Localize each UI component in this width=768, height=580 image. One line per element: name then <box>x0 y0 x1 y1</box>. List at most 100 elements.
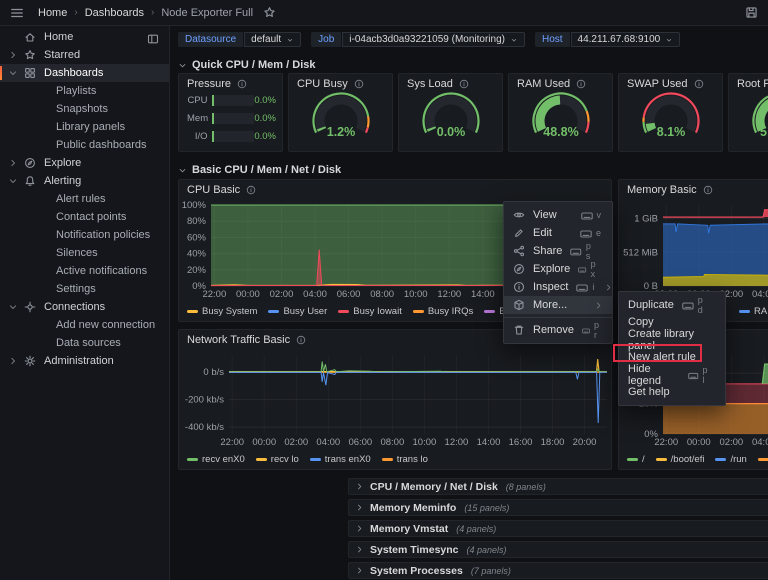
panel-title[interactable]: Sys Load <box>407 78 469 90</box>
keyboard-icon <box>570 247 582 256</box>
collapsed-row-system-processes[interactable]: System Processes (7 panels) <box>348 562 768 579</box>
panel-title-cpu-basic[interactable]: CPU Basic <box>187 184 256 196</box>
submenu-item-label: Get help <box>628 386 670 399</box>
variable-label: Host <box>534 32 570 47</box>
collapsed-row-memory-vmstat[interactable]: Memory Vmstat (4 panels) <box>348 520 768 537</box>
panel-title[interactable]: RAM Used <box>517 78 586 90</box>
home-icon <box>24 31 36 43</box>
panel-context-submenu: Duplicate p d Copy Create library panel New … <box>618 291 726 406</box>
sidebar-item-snapshots[interactable]: Snapshots <box>0 100 169 118</box>
svg-text:20%: 20% <box>187 265 207 276</box>
submenu-item-duplicate[interactable]: Duplicate p d <box>619 295 725 315</box>
menu-item-label: View <box>533 209 557 221</box>
sidebar-item-data-sources[interactable]: Data sources <box>0 334 169 352</box>
breadcrumb-item[interactable]: Home <box>38 7 67 19</box>
sidebar-item-explore[interactable]: Explore <box>0 154 169 172</box>
legend-item[interactable]: Busy System <box>187 306 257 317</box>
legend-item[interactable]: recv enX0 <box>187 454 245 465</box>
menu-item-explore[interactable]: Explore p x <box>504 259 612 279</box>
menu-item-edit[interactable]: Edit e <box>504 224 612 242</box>
legend-item[interactable]: Busy IRQs <box>412 306 473 317</box>
sidebar-item-playlists[interactable]: Playlists <box>0 82 169 100</box>
gauge-visualization: 0.0% <box>403 91 498 150</box>
legend-item[interactable]: trans enX0 <box>309 454 371 465</box>
sidebar-item-label: Snapshots <box>56 103 108 115</box>
svg-text:512 MiB: 512 MiB <box>623 247 658 258</box>
submenu-item-create-library-panel[interactable]: Create library panel <box>619 328 725 352</box>
legend-item[interactable]: Busy User <box>268 306 327 317</box>
legend-label: RAM Cach <box>754 306 768 317</box>
sidebar-item-active-notifications[interactable]: Active notifications <box>0 262 169 280</box>
menu-item-remove[interactable]: Remove p r <box>504 320 612 340</box>
sidebar-item-public-dashboards[interactable]: Public dashboards <box>0 136 169 154</box>
sidebar-item-alerting[interactable]: Alerting <box>0 172 169 190</box>
sidebar-item-contact-points[interactable]: Contact points <box>0 208 169 226</box>
collapsed-row-memory-meminfo[interactable]: Memory Meminfo (15 panels) <box>348 499 768 516</box>
info-icon[interactable] <box>296 335 306 345</box>
variable-value-text: i-04acb3d0a93221059 (Monitoring) <box>349 34 505 45</box>
variable-value-dropdown[interactable]: default <box>244 32 302 47</box>
info-icon <box>459 79 469 89</box>
section-title: Basic CPU / Mem / Net / Disk <box>192 164 342 176</box>
sidebar-item-library-panels[interactable]: Library panels <box>0 118 169 136</box>
sidebar-item-dashboards[interactable]: Dashboards <box>0 64 169 82</box>
sidebar-item-settings[interactable]: Settings <box>0 280 169 298</box>
breadcrumb-separator: › <box>151 7 155 18</box>
sidebar-item-label: Notification policies <box>56 229 151 241</box>
legend-item[interactable]: /boot/efi <box>655 454 704 465</box>
legend-item[interactable]: /run/user/0 <box>757 454 768 465</box>
sidebar-item-administration[interactable]: Administration <box>0 352 169 370</box>
variable-value-dropdown[interactable]: 44.211.67.68:9100 <box>570 32 681 47</box>
panel-title-memory-basic[interactable]: Memory Basic <box>627 184 713 196</box>
section-quick-cpu-mem-disk[interactable]: Quick CPU / Mem / Disk <box>178 59 315 71</box>
legend-color-dash <box>255 458 267 461</box>
keyboard-shortcut: p l <box>688 365 716 385</box>
menu-item-share[interactable]: Share p s <box>504 241 612 261</box>
section-basic-cpu-mem-net-disk[interactable]: Basic CPU / Mem / Net / Disk <box>178 164 341 176</box>
panel-gauge-root-fs-u: Root FS U 5 <box>728 73 768 152</box>
sidebar-item-silences[interactable]: Silences <box>0 244 169 262</box>
gauge-visualization: 8.1% <box>623 91 718 150</box>
svg-text:14:00: 14:00 <box>471 289 495 299</box>
legend-item[interactable]: Busy Iowait <box>338 306 402 317</box>
panel-title[interactable]: SWAP Used <box>627 78 704 90</box>
legend-item[interactable]: /run <box>715 454 747 465</box>
menu-item-more-[interactable]: More... <box>504 296 612 314</box>
menu-item-label: Inspect <box>533 281 569 293</box>
sidebar-item-home[interactable]: Home <box>0 28 169 46</box>
caret-down-icon <box>286 36 294 44</box>
keyboard-icon <box>580 229 592 238</box>
legend-item[interactable]: / <box>627 454 645 465</box>
panel-title[interactable]: Root FS U <box>737 78 768 90</box>
sidebar-item-connections[interactable]: Connections <box>0 298 169 316</box>
sidebar-item-label: Administration <box>44 355 114 367</box>
sidebar-item-notification-policies[interactable]: Notification policies <box>0 226 169 244</box>
svg-text:10:00: 10:00 <box>404 289 428 299</box>
collapsed-row-system-timesync[interactable]: System Timesync (4 panels) <box>348 541 768 558</box>
breadcrumb-item[interactable]: Dashboards <box>85 7 144 19</box>
favorite-star-icon[interactable] <box>263 6 276 19</box>
variable-value-dropdown[interactable]: i-04acb3d0a93221059 (Monitoring) <box>342 32 525 47</box>
legend-item[interactable]: trans lo <box>381 454 428 465</box>
menu-item-inspect[interactable]: Inspect i <box>504 278 612 296</box>
menu-item-view[interactable]: View v <box>504 206 612 224</box>
panel-title-network-traffic-basic[interactable]: Network Traffic Basic <box>187 334 306 346</box>
hamburger-menu-icon[interactable] <box>10 6 24 20</box>
submenu-item-get-help[interactable]: Get help <box>619 384 725 402</box>
info-icon[interactable] <box>237 79 247 89</box>
submenu-item-hide-legend[interactable]: Hide legend p l <box>619 363 725 387</box>
svg-text:04:00: 04:00 <box>752 289 768 299</box>
info-icon[interactable] <box>246 185 256 195</box>
breadcrumb-item[interactable]: Node Exporter Full <box>161 7 253 19</box>
info-icon[interactable] <box>703 185 713 195</box>
panel-title[interactable]: CPU Busy <box>297 78 364 90</box>
sidebar-item-alert-rules[interactable]: Alert rules <box>0 190 169 208</box>
save-dashboard-icon[interactable] <box>745 6 758 19</box>
collapsed-row-cpu-memory-net-disk[interactable]: CPU / Memory / Net / Disk (8 panels) <box>348 478 768 495</box>
legend-label: Busy System <box>202 306 258 317</box>
sidebar-item-add-new-connection[interactable]: Add new connection <box>0 316 169 334</box>
panel-title-pressure[interactable]: Pressure <box>187 78 247 90</box>
sidebar-item-starred[interactable]: Starred <box>0 46 169 64</box>
legend-item[interactable]: recv lo <box>255 454 299 465</box>
legend-item[interactable]: RAM Cach <box>739 306 768 317</box>
